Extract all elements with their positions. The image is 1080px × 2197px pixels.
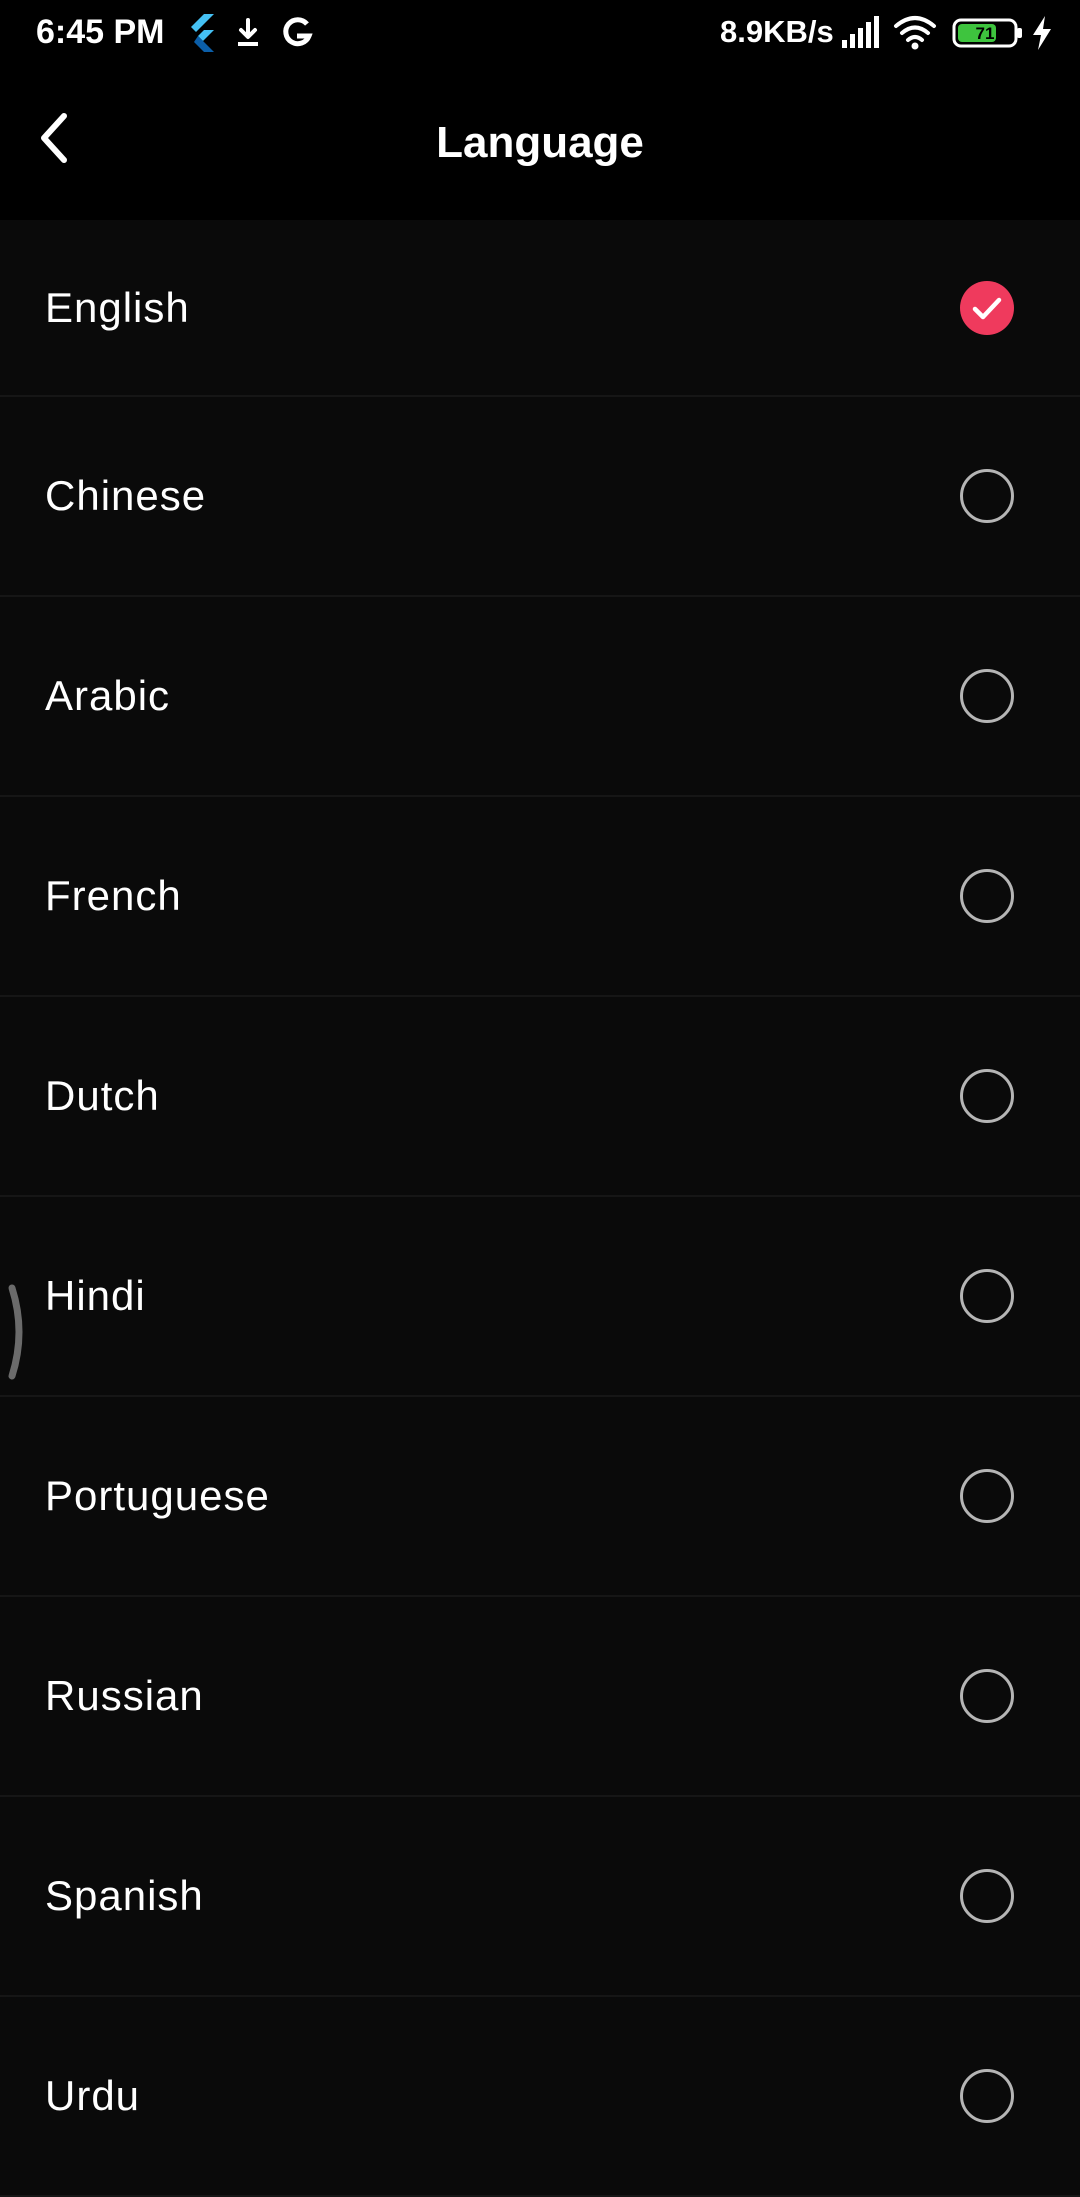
language-label: Portuguese <box>45 1472 270 1519</box>
language-item-french[interactable]: French <box>0 797 1080 997</box>
charging-icon <box>1033 16 1051 50</box>
language-item-urdu[interactable]: Urdu <box>0 1997 1080 2197</box>
language-label: Spanish <box>45 1872 204 1919</box>
language-label: Hindi <box>45 1272 146 1319</box>
wifi-icon <box>894 16 936 50</box>
page-title: Language <box>436 118 644 167</box>
language-item-hindi[interactable]: Hindi <box>0 1197 1080 1397</box>
google-icon <box>283 17 313 47</box>
language-item-portuguese[interactable]: Portuguese <box>0 1397 1080 1597</box>
language-item-chinese[interactable]: Chinese <box>0 397 1080 597</box>
language-item-russian[interactable]: Russian <box>0 1597 1080 1797</box>
status-bar: 6:45 PM 8.9KB/s 71 <box>0 0 1080 66</box>
checkmark-icon <box>972 297 1002 319</box>
language-label: Arabic <box>45 672 171 719</box>
radio-button[interactable] <box>960 1669 1014 1723</box>
radio-button[interactable] <box>960 869 1014 923</box>
language-item-arabic[interactable]: Arabic <box>0 597 1080 797</box>
language-label: English <box>45 283 190 331</box>
language-label: French <box>45 872 182 919</box>
language-label: Dutch <box>45 1072 160 1119</box>
radio-button[interactable] <box>960 1869 1014 1923</box>
language-label: Urdu <box>45 2072 141 2119</box>
radio-button[interactable] <box>960 1069 1014 1123</box>
language-item-english[interactable]: English <box>0 220 1080 397</box>
radio-button[interactable] <box>960 1269 1014 1323</box>
language-label: Russian <box>45 1672 204 1719</box>
battery-icon: 71 <box>952 18 1022 48</box>
radio-button[interactable] <box>960 1469 1014 1523</box>
edge-swipe-handle[interactable] <box>4 1282 30 1382</box>
app-bar: Language <box>0 66 1080 220</box>
radio-button-selected[interactable] <box>960 280 1014 335</box>
download-icon <box>238 18 258 46</box>
status-time: 6:45 PM <box>36 13 165 51</box>
language-item-dutch[interactable]: Dutch <box>0 997 1080 1197</box>
signal-icon <box>842 16 879 48</box>
language-list: English Chinese Arabic French Dutch Hind… <box>0 220 1080 2197</box>
radio-button[interactable] <box>960 669 1014 723</box>
language-item-spanish[interactable]: Spanish <box>0 1797 1080 1997</box>
radio-button[interactable] <box>960 2069 1014 2123</box>
flutter-icon <box>191 14 214 52</box>
radio-button[interactable] <box>960 469 1014 523</box>
battery-level: 71 <box>976 24 995 43</box>
language-label: Chinese <box>45 472 207 519</box>
network-speed: 8.9KB/s <box>720 14 834 49</box>
